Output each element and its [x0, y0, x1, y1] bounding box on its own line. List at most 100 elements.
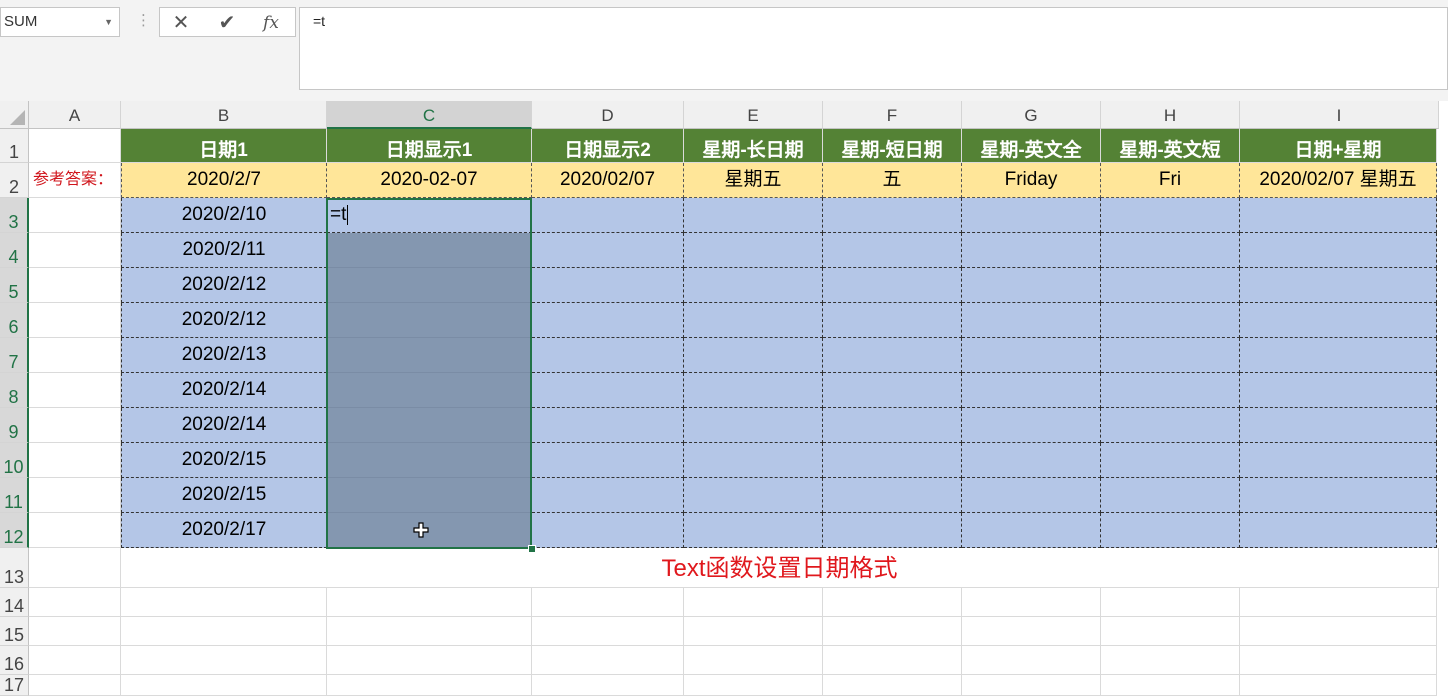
- cell-c5[interactable]: [327, 268, 532, 303]
- cell-i1[interactable]: 日期+星期: [1240, 129, 1437, 163]
- cell-d11[interactable]: [532, 478, 684, 513]
- cell-i12[interactable]: [1240, 513, 1437, 548]
- cell-h11[interactable]: [1101, 478, 1240, 513]
- cell-i7[interactable]: [1240, 338, 1437, 373]
- cell-g12[interactable]: [962, 513, 1101, 548]
- cell-d16[interactable]: [532, 646, 684, 675]
- cell-e2[interactable]: 星期五: [684, 163, 823, 198]
- column-header-h[interactable]: H: [1101, 101, 1240, 129]
- cell-a2-reference-label[interactable]: 参考答案：: [29, 163, 121, 198]
- cell-b17[interactable]: [121, 675, 327, 696]
- cell-g2[interactable]: Friday: [962, 163, 1101, 198]
- cell-g11[interactable]: [962, 478, 1101, 513]
- cell-c1[interactable]: 日期显示1: [327, 129, 532, 163]
- cell-i5[interactable]: [1240, 268, 1437, 303]
- cell-c8[interactable]: [327, 373, 532, 408]
- cell-a12[interactable]: [29, 513, 121, 548]
- row-header-16[interactable]: 16: [0, 646, 29, 675]
- cell-e16[interactable]: [684, 646, 823, 675]
- cell-i17[interactable]: [1240, 675, 1437, 696]
- cell-c11[interactable]: [327, 478, 532, 513]
- cell-c14[interactable]: [327, 588, 532, 617]
- column-header-c[interactable]: C: [327, 101, 532, 129]
- cell-b15[interactable]: [121, 617, 327, 646]
- cell-h17[interactable]: [1101, 675, 1240, 696]
- row-header-3[interactable]: 3: [0, 198, 29, 233]
- cell-e12[interactable]: [684, 513, 823, 548]
- cell-f8[interactable]: [823, 373, 962, 408]
- cell-e6[interactable]: [684, 303, 823, 338]
- cell-e14[interactable]: [684, 588, 823, 617]
- cell-h15[interactable]: [1101, 617, 1240, 646]
- cell-i2[interactable]: 2020/02/07 星期五: [1240, 163, 1437, 198]
- cell-c4[interactable]: [327, 233, 532, 268]
- row-header-7[interactable]: 7: [0, 338, 29, 373]
- cell-b11[interactable]: 2020/2/15: [121, 478, 327, 513]
- row-header-12[interactable]: 12: [0, 513, 29, 548]
- cell-b5[interactable]: 2020/2/12: [121, 268, 327, 303]
- cell-h1[interactable]: 星期-英文短: [1101, 129, 1240, 163]
- cell-h7[interactable]: [1101, 338, 1240, 373]
- cell-d3[interactable]: [532, 198, 684, 233]
- cell-h2[interactable]: Fri: [1101, 163, 1240, 198]
- row-header-5[interactable]: 5: [0, 268, 29, 303]
- cell-d4[interactable]: [532, 233, 684, 268]
- cell-g16[interactable]: [962, 646, 1101, 675]
- cell-d5[interactable]: [532, 268, 684, 303]
- cell-g10[interactable]: [962, 443, 1101, 478]
- cell-g17[interactable]: [962, 675, 1101, 696]
- cell-i15[interactable]: [1240, 617, 1437, 646]
- cell-d1[interactable]: 日期显示2: [532, 129, 684, 163]
- column-header-f[interactable]: F: [823, 101, 962, 129]
- cell-h9[interactable]: [1101, 408, 1240, 443]
- column-header-i[interactable]: I: [1240, 101, 1439, 129]
- row-header-1[interactable]: 1: [0, 129, 29, 163]
- cell-b12[interactable]: 2020/2/17: [121, 513, 327, 548]
- cell-e9[interactable]: [684, 408, 823, 443]
- cell-g9[interactable]: [962, 408, 1101, 443]
- name-box[interactable]: SUM ▼: [0, 7, 120, 37]
- cell-d8[interactable]: [532, 373, 684, 408]
- cell-i11[interactable]: [1240, 478, 1437, 513]
- cell-f1[interactable]: 星期-短日期: [823, 129, 962, 163]
- cell-f6[interactable]: [823, 303, 962, 338]
- enter-icon[interactable]: ✔: [214, 11, 240, 35]
- cell-g5[interactable]: [962, 268, 1101, 303]
- cell-g3[interactable]: [962, 198, 1101, 233]
- cell-a15[interactable]: [29, 617, 121, 646]
- cell-d17[interactable]: [532, 675, 684, 696]
- cell-g15[interactable]: [962, 617, 1101, 646]
- cell-a4[interactable]: [29, 233, 121, 268]
- cell-f11[interactable]: [823, 478, 962, 513]
- cell-i9[interactable]: [1240, 408, 1437, 443]
- cell-b8[interactable]: 2020/2/14: [121, 373, 327, 408]
- column-header-e[interactable]: E: [684, 101, 823, 129]
- cell-i3[interactable]: [1240, 198, 1437, 233]
- column-header-b[interactable]: B: [121, 101, 327, 129]
- cell-i4[interactable]: [1240, 233, 1437, 268]
- cell-c7[interactable]: [327, 338, 532, 373]
- cell-i6[interactable]: [1240, 303, 1437, 338]
- cell-e5[interactable]: [684, 268, 823, 303]
- cell-b6[interactable]: 2020/2/12: [121, 303, 327, 338]
- cell-c9[interactable]: [327, 408, 532, 443]
- cell-f14[interactable]: [823, 588, 962, 617]
- cell-a3[interactable]: [29, 198, 121, 233]
- cell-a14[interactable]: [29, 588, 121, 617]
- cell-h5[interactable]: [1101, 268, 1240, 303]
- row-header-11[interactable]: 11: [0, 478, 29, 513]
- row-header-9[interactable]: 9: [0, 408, 29, 443]
- row-header-2[interactable]: 2: [0, 163, 29, 198]
- cell-i8[interactable]: [1240, 373, 1437, 408]
- cell-c15[interactable]: [327, 617, 532, 646]
- cell-d14[interactable]: [532, 588, 684, 617]
- cell-h6[interactable]: [1101, 303, 1240, 338]
- cell-h3[interactable]: [1101, 198, 1240, 233]
- cell-g8[interactable]: [962, 373, 1101, 408]
- cell-b7[interactable]: 2020/2/13: [121, 338, 327, 373]
- row-header-10[interactable]: 10: [0, 443, 29, 478]
- cell-h4[interactable]: [1101, 233, 1240, 268]
- cell-d10[interactable]: [532, 443, 684, 478]
- cell-a1[interactable]: [29, 129, 121, 163]
- fill-handle[interactable]: [528, 545, 536, 553]
